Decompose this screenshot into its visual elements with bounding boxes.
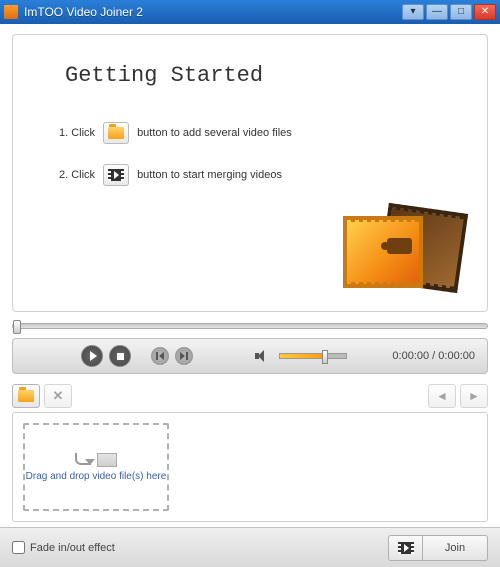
stop-button[interactable] xyxy=(109,345,131,367)
move-left-button[interactable]: ◄ xyxy=(428,384,456,408)
folder-icon xyxy=(18,390,34,402)
seek-thumb[interactable] xyxy=(13,320,21,334)
filmstrip-icon xyxy=(398,542,414,554)
close-button[interactable]: ✕ xyxy=(474,4,496,20)
file-list-panel: Drag and drop video file(s) here xyxy=(12,412,488,522)
drop-zone-label: Drag and drop video file(s) here xyxy=(26,471,167,482)
join-icon-button[interactable] xyxy=(388,535,422,561)
move-right-button[interactable]: ► xyxy=(460,384,488,408)
time-display: 0:00:00 / 0:00:00 xyxy=(392,350,475,362)
maximize-button[interactable]: □ xyxy=(450,4,472,20)
chevron-right-icon: ► xyxy=(468,389,480,403)
close-icon: ✕ xyxy=(53,388,64,404)
merge-icon-button xyxy=(103,164,129,186)
restore-down-button[interactable]: ▾ xyxy=(402,4,424,20)
window-title: ImTOO Video Joiner 2 xyxy=(24,5,402,19)
fade-effect-checkbox[interactable]: Fade in/out effect xyxy=(12,541,115,554)
getting-started-heading: Getting Started xyxy=(65,63,457,88)
remove-file-button[interactable]: ✕ xyxy=(44,384,72,408)
add-files-icon-button xyxy=(103,122,129,144)
filmstrip-logo xyxy=(343,208,463,293)
app-icon xyxy=(4,5,18,19)
next-button[interactable] xyxy=(175,347,193,365)
fade-effect-label: Fade in/out effect xyxy=(30,542,115,554)
step-2: 2. Click button to start merging videos xyxy=(59,164,457,186)
step-2-prefix: 2. Click xyxy=(59,169,95,181)
step-2-suffix: button to start merging videos xyxy=(137,169,282,181)
fade-effect-input[interactable] xyxy=(12,541,25,554)
filmstrip-icon xyxy=(108,169,124,181)
chevron-left-icon: ◄ xyxy=(436,389,448,403)
getting-started-panel: Getting Started 1. Click button to add s… xyxy=(12,34,488,312)
join-button[interactable]: Join xyxy=(422,535,488,561)
drop-folder-icon xyxy=(97,453,117,467)
step-1: 1. Click button to add several video fil… xyxy=(59,122,457,144)
folder-icon xyxy=(108,127,124,139)
seek-bar[interactable] xyxy=(12,318,488,334)
bottom-bar: Fade in/out effect Join xyxy=(0,527,500,567)
volume-thumb[interactable] xyxy=(322,350,328,364)
add-file-button[interactable] xyxy=(12,384,40,408)
step-1-suffix: button to add several video files xyxy=(137,127,292,139)
prev-button[interactable] xyxy=(151,347,169,365)
minimize-button[interactable]: — xyxy=(426,4,448,20)
volume-icon[interactable] xyxy=(255,349,269,363)
file-list-toolbar: ✕ ◄ ► xyxy=(12,382,488,410)
titlebar: ImTOO Video Joiner 2 ▾ — □ ✕ xyxy=(0,0,500,24)
player-controls: 0:00:00 / 0:00:00 xyxy=(12,338,488,374)
step-1-prefix: 1. Click xyxy=(59,127,95,139)
drop-zone[interactable]: Drag and drop video file(s) here xyxy=(23,423,169,511)
drop-arrow-icon xyxy=(75,453,95,467)
play-button[interactable] xyxy=(81,345,103,367)
volume-slider[interactable] xyxy=(279,353,347,359)
